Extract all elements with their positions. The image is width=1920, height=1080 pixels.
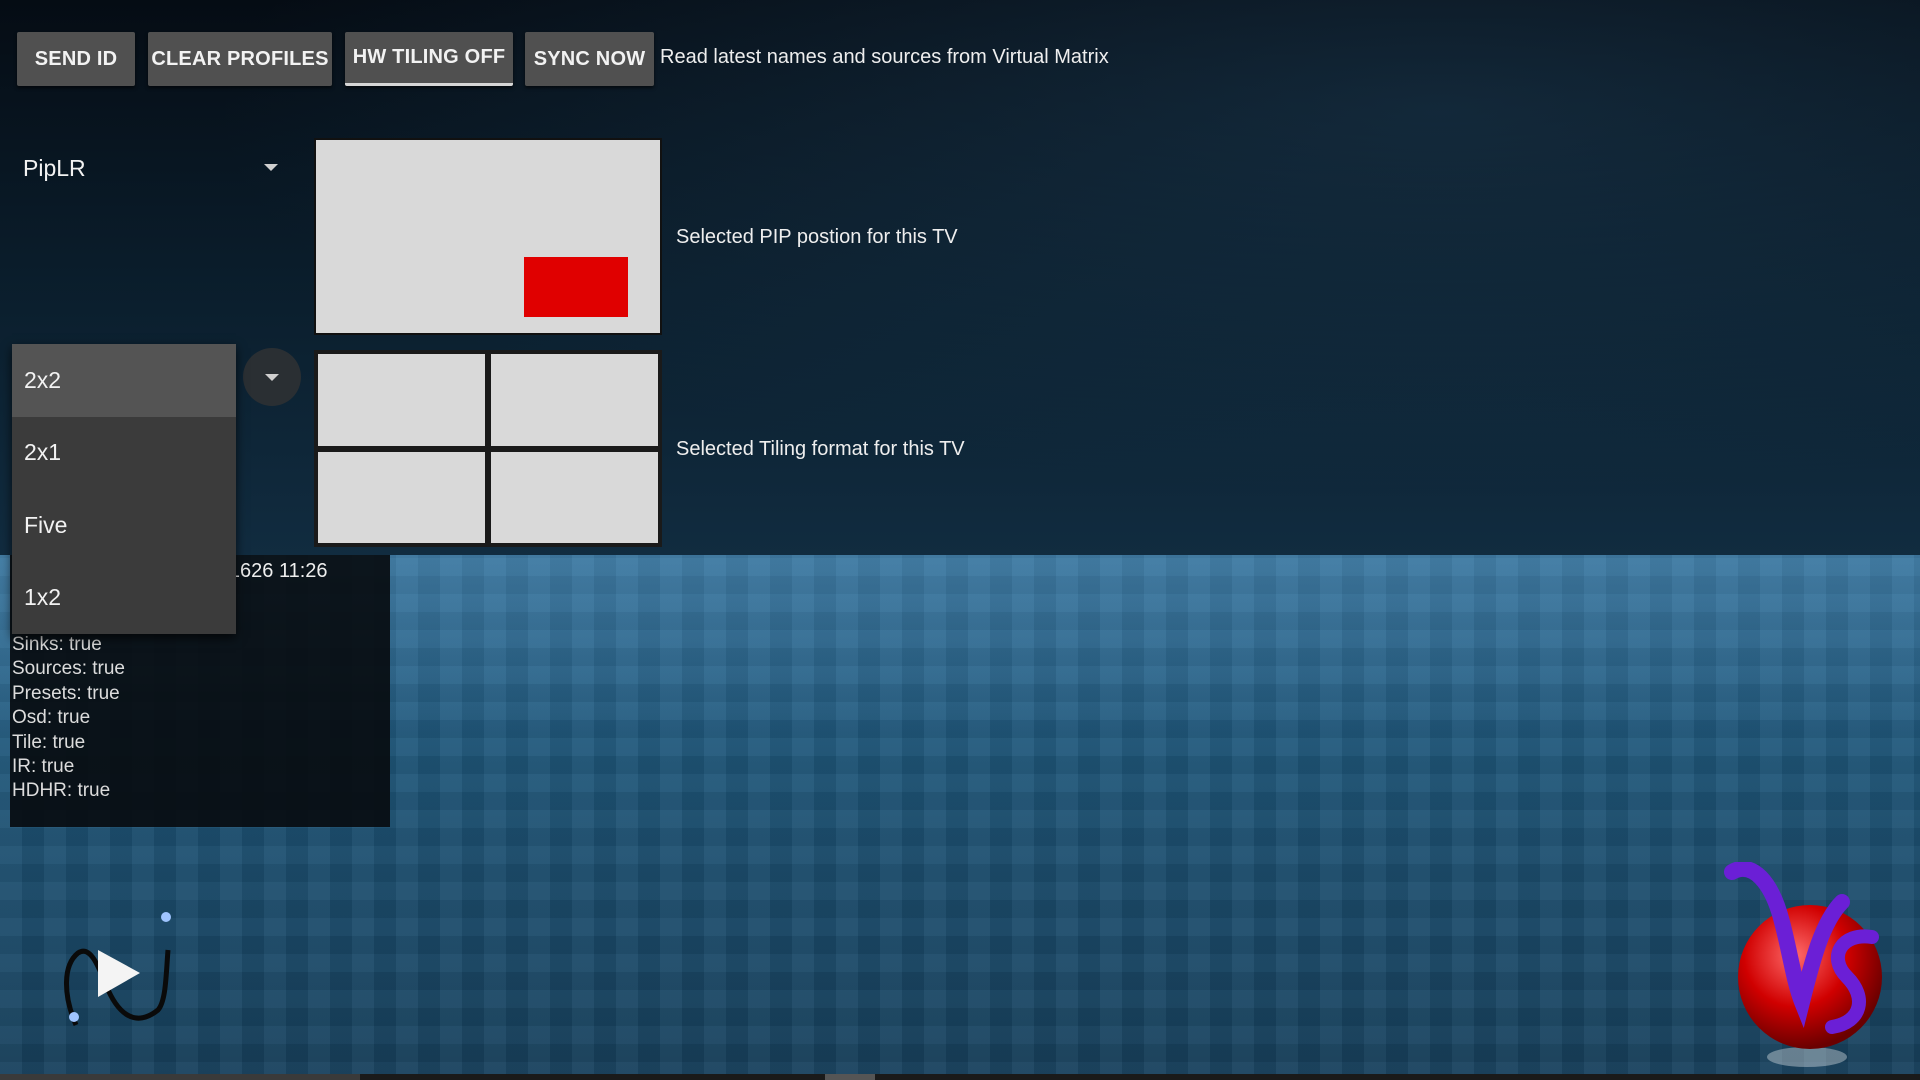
- vs-logo-icon: [1722, 860, 1892, 1077]
- tiling-option-1x2[interactable]: 1x2: [12, 562, 236, 635]
- status-line-sinks: Sinks: true: [12, 634, 102, 655]
- tile-cell: [318, 354, 485, 446]
- hw-tiling-button[interactable]: HW TILING OFF: [345, 32, 513, 86]
- tiling-preview: [314, 350, 662, 547]
- chevron-down-icon: [265, 374, 279, 381]
- pip-position-label: Selected PIP postion for this TV: [676, 226, 958, 248]
- pip-window-indicator: [524, 257, 628, 317]
- pip-position-select[interactable]: PipLR: [23, 155, 86, 182]
- tile-cell: [491, 354, 658, 446]
- tiling-dropdown-menu: 2x2 2x1 Five 1x2: [12, 344, 236, 634]
- status-line-tile: Tile: true: [12, 731, 86, 753]
- tiling-format-label: Selected Tiling format for this TV: [676, 438, 965, 460]
- pip-preview: [314, 138, 662, 335]
- status-line-ir: IR: true: [12, 756, 75, 778]
- send-id-button[interactable]: SEND ID: [17, 32, 135, 86]
- sync-now-button[interactable]: SYNC NOW: [525, 32, 654, 86]
- play-logo-icon: [58, 905, 178, 1040]
- tile-cell: [491, 451, 658, 543]
- sync-info-text: Read latest names and sources from Virtu…: [660, 46, 1109, 68]
- tiling-option-2x2[interactable]: 2x2: [12, 344, 236, 417]
- status-line-osd: Osd: true: [12, 707, 91, 729]
- chevron-down-icon[interactable]: [264, 164, 278, 171]
- status-line-presets: Presets: true: [12, 682, 120, 704]
- status-line-sources: Sources: true: [12, 658, 125, 680]
- tiling-option-2x1[interactable]: 2x1: [12, 417, 236, 490]
- tiling-option-five[interactable]: Five: [12, 489, 236, 562]
- clear-profiles-button[interactable]: CLEAR PROFILES: [148, 32, 332, 86]
- status-line-hdhr: HDHR: true: [12, 780, 111, 802]
- status-list: Sinks: true Sources: true Presets: true …: [12, 633, 125, 804]
- tile-cell: [318, 451, 485, 543]
- progress-strip: [0, 1074, 1920, 1080]
- tiling-dropdown-button[interactable]: [243, 348, 301, 406]
